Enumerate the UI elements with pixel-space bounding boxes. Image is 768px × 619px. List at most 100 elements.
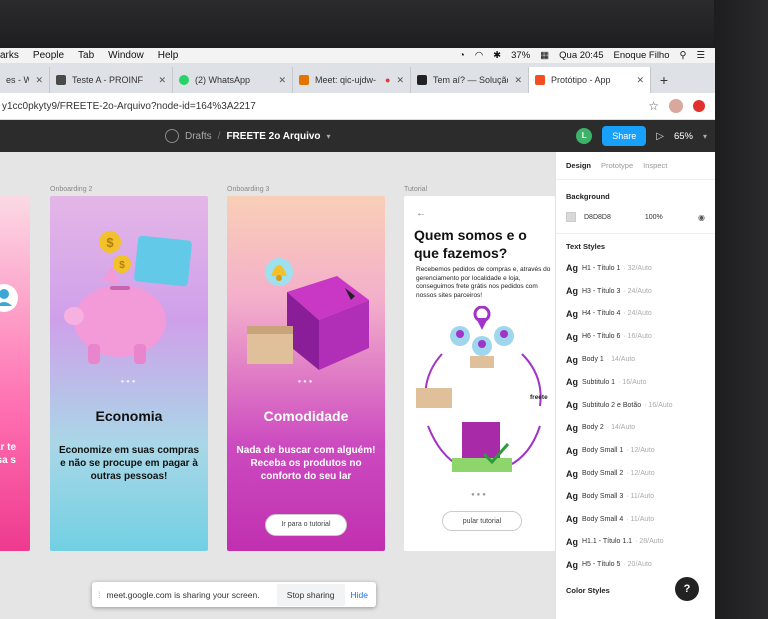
text-style-icon: Ag	[566, 308, 578, 319]
close-icon[interactable]: ✕	[158, 75, 166, 86]
bookmark-star-icon[interactable]: ☆	[648, 99, 659, 113]
text-style-item[interactable]: Ag Body 1 · 14/Auto	[556, 348, 715, 371]
browser-tab[interactable]: es - Wi ✕	[0, 67, 50, 93]
menu-tab[interactable]: Tab	[78, 50, 94, 61]
background-hex[interactable]: D8D8D8	[584, 214, 611, 221]
chevron-down-icon[interactable]: ▾	[327, 132, 331, 141]
monitor-bezel-right	[714, 0, 768, 619]
onboarding-3-frame[interactable]: ●●● Comodidade Nada de buscar com alguém…	[227, 196, 385, 551]
close-icon[interactable]: ✕	[514, 75, 522, 86]
clock[interactable]: Qua 20:45	[559, 50, 603, 61]
eye-icon[interactable]: ◉	[698, 213, 705, 222]
zoom-level[interactable]: 65%	[674, 131, 693, 142]
hide-button[interactable]: Hide	[351, 590, 368, 600]
user-name[interactable]: Enoque Filho	[614, 50, 670, 61]
drag-handle-icon[interactable]: ⁞	[98, 590, 101, 600]
text-style-item[interactable]: Ag Body 2 · 14/Auto	[556, 417, 715, 440]
browser-tab[interactable]: Meet: qic-ujdw- ● ✕	[293, 67, 411, 93]
profile-avatar[interactable]	[669, 99, 683, 113]
text-style-item[interactable]: Ag Body Small 2 · 12/Auto	[556, 462, 715, 485]
text-style-icon: Ag	[566, 422, 578, 433]
svg-text:$: $	[106, 235, 114, 250]
text-style-name: Body Small 1	[582, 447, 624, 455]
text-style-meta: · 24/Auto	[623, 287, 652, 295]
sync-icon[interactable]: ◔	[459, 50, 465, 61]
frame-label[interactable]: Onboarding 3	[227, 186, 269, 193]
tutorial-frame[interactable]: ← Quem somos e o que fazemos? Recebemos …	[404, 196, 555, 551]
text-style-item[interactable]: Ag H3 - Título 3 · 24/Auto	[556, 280, 715, 303]
tab-label: es - Wi	[6, 75, 29, 85]
frame-label[interactable]: Onboarding 2	[50, 186, 92, 193]
file-name[interactable]: FREETE 2o Arquivo	[226, 131, 320, 142]
folder-icon	[56, 75, 66, 85]
text-styles-title: Text Styles	[566, 242, 606, 251]
frame-text: rar te sa s	[0, 442, 16, 466]
bluetooth-icon[interactable]: ✱	[493, 50, 501, 61]
background-row[interactable]: D8D8D8 100% ◉	[556, 209, 715, 225]
play-icon[interactable]: ▷	[656, 131, 664, 142]
onboarding-1-frame[interactable]: rar te sa s	[0, 196, 30, 551]
close-icon[interactable]: ✕	[278, 75, 286, 86]
frame-label[interactable]: Tutorial	[404, 186, 427, 193]
menu-help[interactable]: Help	[158, 50, 179, 61]
background-opacity[interactable]: 100%	[645, 214, 663, 221]
battery-label[interactable]: 37%	[511, 50, 530, 61]
browser-tab-active[interactable]: Protótipo - App ✕	[529, 67, 651, 93]
text-style-icon: Ag	[566, 468, 578, 479]
go-to-tutorial-button[interactable]: Ir para o tutorial	[265, 514, 347, 536]
svg-text:$: $	[119, 260, 125, 271]
text-style-item[interactable]: Ag H6 - Título 6 · 16/Auto	[556, 325, 715, 348]
menu-window[interactable]: Window	[108, 50, 144, 61]
divider	[556, 233, 715, 234]
frame-text: Economize em suas compras e não se procu…	[58, 445, 200, 482]
text-style-item[interactable]: Ag H5 - Título 5 · 20/Auto	[556, 553, 715, 576]
stop-sharing-button[interactable]: Stop sharing	[276, 583, 345, 606]
extension-icon[interactable]	[693, 100, 705, 112]
browser-tab[interactable]: Tem aí? — Solução ✕	[411, 67, 529, 93]
new-tab-button[interactable]: +	[651, 67, 677, 93]
text-style-item[interactable]: Ag H1.1 - Título 1.1 · 28/Auto	[556, 531, 715, 554]
close-icon[interactable]: ✕	[35, 75, 43, 86]
control-center-icon[interactable]: ☰	[696, 50, 705, 61]
text-style-meta: · 24/Auto	[623, 310, 652, 318]
whatsapp-icon	[179, 75, 189, 85]
close-icon[interactable]: ✕	[396, 75, 404, 86]
share-button[interactable]: Share	[602, 126, 647, 146]
onboarding-2-frame[interactable]: $ $ ●●● Economia Economize em suas compr…	[50, 196, 208, 551]
url-field[interactable]: y1cc0pkyty9/FREETE-2o-Arquivo?node-id=16…	[0, 101, 648, 112]
menu-bookmarks[interactable]: arks	[0, 50, 19, 61]
drafts-link[interactable]: Drafts	[185, 131, 212, 142]
text-style-meta: · 11/Auto	[626, 492, 655, 500]
text-style-item[interactable]: Ag Body Small 1 · 12/Auto	[556, 439, 715, 462]
text-style-item[interactable]: Ag Subtitulo 1 · 16/Auto	[556, 371, 715, 394]
close-icon[interactable]: ✕	[636, 75, 644, 86]
browser-tabbar: es - Wi ✕ Teste A - PROINF ✕ (2) WhatsAp…	[0, 63, 715, 93]
menu-people[interactable]: People	[33, 50, 64, 61]
tab-label: Protótipo - App	[551, 75, 611, 85]
spotlight-icon[interactable]: ⚲	[680, 50, 687, 61]
share-message: meet.google.com is sharing your screen.	[106, 589, 260, 600]
tab-prototype[interactable]: Prototype	[601, 161, 633, 170]
skip-tutorial-button[interactable]: pular tutorial	[442, 511, 522, 531]
tab-design[interactable]: Design	[566, 161, 591, 170]
text-style-item[interactable]: Ag Subtitulo 2 e Botão · 16/Auto	[556, 394, 715, 417]
tab-inspect[interactable]: Inspect	[643, 161, 667, 170]
text-style-item[interactable]: Ag Body Small 4 · 11/Auto	[556, 508, 715, 531]
text-style-name: Subtitulo 2 e Botão	[582, 401, 642, 409]
text-style-item[interactable]: Ag H4 - Título 4 · 24/Auto	[556, 303, 715, 326]
browser-tab[interactable]: (2) WhatsApp ✕	[173, 67, 293, 93]
person-illustration	[0, 284, 18, 312]
team-icon[interactable]	[165, 129, 179, 143]
text-style-item[interactable]: Ag Body Small 3 · 11/Auto	[556, 485, 715, 508]
browser-tab[interactable]: Teste A - PROINF ✕	[50, 67, 173, 93]
collaborator-avatar[interactable]: L	[576, 128, 593, 144]
wifi-icon[interactable]: ◠	[475, 50, 483, 61]
color-swatch[interactable]	[566, 212, 576, 222]
help-button[interactable]: ?	[675, 577, 699, 601]
back-arrow-icon[interactable]: ←	[416, 208, 426, 219]
text-style-name: Body Small 3	[582, 492, 624, 500]
figma-canvas[interactable]: Onboarding 2 Onboarding 3 Tutorial rar t…	[0, 152, 555, 619]
chevron-down-icon[interactable]: ▾	[703, 132, 707, 141]
text-style-item[interactable]: Ag H1 - Título 1 · 32/Auto	[556, 257, 715, 280]
flag-icon[interactable]: ▦	[540, 50, 549, 61]
